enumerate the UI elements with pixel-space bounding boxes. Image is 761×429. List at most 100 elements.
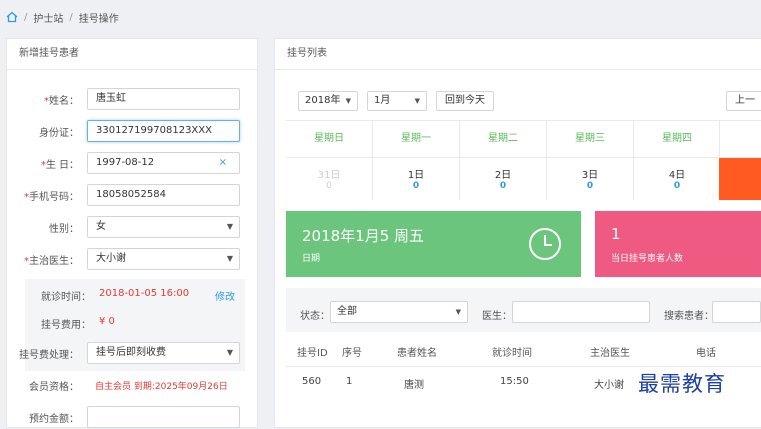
idcard-input[interactable]: 330127199708123XXX (87, 120, 240, 142)
table-header-name: 患者姓名 (397, 348, 437, 359)
cell-seq: 1 (346, 376, 353, 387)
next-input[interactable] (87, 406, 240, 428)
patient-count-value: 1 (611, 225, 621, 243)
caret-down-icon: ▼ (226, 254, 233, 263)
visit-time-label: 就诊时间： (41, 292, 91, 303)
weekday-header: 星期三 (575, 133, 605, 144)
day-number: 4日 (668, 170, 686, 181)
day-count: 0 (326, 181, 332, 191)
doctor-row: *主治医生： 大小谢 ▼ (7, 247, 259, 271)
panel-title: 新增挂号患者 (7, 39, 257, 70)
status-filter-select[interactable]: 全部 ▼ (330, 301, 468, 323)
year-select[interactable]: 2018年 ▼ (298, 91, 358, 111)
day-number: 1日 (407, 170, 425, 181)
new-patient-panel: 新增挂号患者 *姓名： 唐玉虹 身份证： 330127199708123XXX … (6, 38, 258, 428)
member-value: 自主会员 到期:2025年09月26日 (95, 381, 228, 392)
patient-search-label: 搜索患者： (664, 311, 714, 322)
calendar: 星期日 星期一 星期二 星期三 星期四 31日 0 1日 0 2日 0 3日 0… (286, 120, 761, 200)
caret-down-icon: ▼ (414, 97, 420, 105)
patient-search-input[interactable] (712, 301, 761, 323)
clock-icon (529, 228, 561, 260)
day-cell[interactable]: 4日 0 (634, 158, 720, 200)
day-count: 0 (499, 181, 507, 191)
gender-row: 性别： 女 ▼ (7, 215, 259, 239)
doctor-select[interactable]: 大小谢 ▼ (87, 248, 240, 270)
day-number: 3日 (581, 170, 599, 181)
panel-title: 挂号列表 (275, 39, 761, 70)
birthday-value: 1997-08-12 (96, 157, 155, 168)
patient-count-label: 当日挂号患者人数 (611, 254, 684, 264)
table-header-id: 挂号ID (297, 348, 328, 359)
idcard-label: 身份证： (39, 127, 79, 139)
table-header-seq: 序号 (342, 348, 362, 359)
cell-id: 560 (302, 376, 322, 387)
day-number: 2日 (494, 170, 512, 181)
caret-down-icon: ▼ (226, 222, 233, 231)
doctor-filter-label: 医生： (482, 311, 512, 322)
breadcrumb-separator: / (24, 11, 28, 23)
member-row: 会员资格： 自主会员 到期:2025年09月26日 (7, 373, 259, 397)
next-label: 预约金额： (29, 413, 79, 425)
name-row: *姓名： 唐玉虹 (7, 87, 259, 111)
doctor-label: 主治医生： (29, 255, 79, 267)
caret-down-icon: ▼ (226, 348, 233, 357)
day-count: 0 (586, 181, 594, 191)
breadcrumb-separator: / (69, 11, 73, 23)
fee-process-value: 挂号后即刻收费 (96, 347, 166, 358)
day-cell[interactable]: 1日 0 (373, 158, 459, 200)
day-cell[interactable]: 31日 0 (286, 158, 372, 200)
phone-input[interactable]: 18058052584 (87, 184, 240, 206)
day-count: 0 (673, 181, 681, 191)
visit-time-value: 2018-01-05 16:00 (99, 288, 190, 299)
breadcrumb: / 护士站 / 挂号操作 (0, 0, 761, 34)
breadcrumb-item-nurse-station[interactable]: 护士站 (33, 10, 63, 25)
weekday-header: 星期四 (662, 133, 692, 144)
status-filter-label: 状态： (300, 311, 330, 322)
month-select[interactable]: 1月 ▼ (367, 91, 427, 111)
phone-row: *手机号码： 18058052584 (7, 183, 259, 207)
fee-process-select[interactable]: 挂号后即刻收费 ▼ (87, 342, 240, 364)
table-header-time: 就诊时间 (492, 348, 532, 359)
date-card-subtitle: 日期 (302, 254, 321, 264)
member-label: 会员资格： (29, 381, 79, 393)
fee-label: 挂号费用： (41, 320, 91, 331)
clear-icon[interactable]: × (219, 153, 227, 173)
cell-name: 唐测 (404, 380, 424, 391)
edit-link[interactable]: 修改 (215, 288, 235, 303)
next-row: 预约金额： (7, 405, 259, 429)
weekday-header: 星期一 (401, 133, 431, 144)
day-cell[interactable]: 2日 0 (460, 158, 546, 200)
year-value: 2018年 (305, 95, 341, 106)
watermark: 最需教育 (638, 372, 726, 396)
gender-label: 性别： (49, 223, 79, 235)
caret-down-icon: ▼ (345, 97, 351, 105)
home-icon[interactable] (6, 11, 18, 23)
doctor-filter-input[interactable] (512, 301, 650, 323)
fee-value: ¥ 0 (99, 316, 115, 327)
caret-down-icon: ▼ (455, 308, 461, 316)
phone-label: 手机号码： (29, 191, 79, 203)
name-input[interactable]: 唐玉虹 (87, 88, 240, 110)
table-header-phone: 电话 (696, 348, 716, 359)
name-label: 姓名： (49, 95, 79, 107)
status-filter-value: 全部 (337, 306, 357, 317)
date-card: 2018年1月5 周五 日期 (286, 211, 581, 277)
cell-time: 15:50 (500, 376, 529, 387)
day-count: 0 (412, 181, 420, 191)
weekday-header: 星期日 (314, 133, 344, 144)
birthday-input[interactable]: 1997-08-12 × (87, 152, 240, 174)
gender-value: 女 (96, 221, 106, 232)
weekday-header: 星期二 (488, 133, 518, 144)
cell-doctor: 大小谢 (594, 380, 624, 391)
day-cell[interactable]: 3日 0 (547, 158, 633, 200)
breadcrumb-item-register: 挂号操作 (78, 13, 119, 25)
doctor-value: 大小谢 (96, 253, 126, 264)
day-number: 31日 (317, 170, 341, 181)
today-cell[interactable] (719, 158, 761, 200)
fee-process-label: 挂号费处理： (19, 349, 79, 361)
prev-button[interactable]: 上一 (726, 91, 761, 111)
table-header-doctor: 主治医生 (590, 348, 630, 359)
today-button[interactable]: 回到今天 (436, 91, 494, 111)
gender-select[interactable]: 女 ▼ (87, 216, 240, 238)
date-card-title: 2018年1月5 周五 (302, 227, 425, 245)
